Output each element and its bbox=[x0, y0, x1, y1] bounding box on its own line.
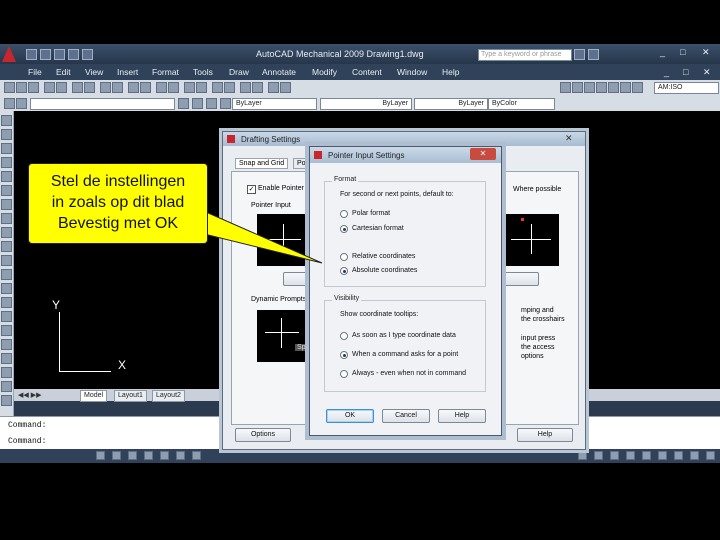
callout-line-1: Stel de instellingen bbox=[50, 173, 186, 190]
callout-line-2: in zoals op dit blad bbox=[51, 194, 185, 211]
instruction-callout: Stel de instellingen in zoals op dit bla… bbox=[28, 163, 208, 244]
callout-text: Stel de instellingen in zoals op dit bla… bbox=[29, 171, 207, 234]
callout-line-3: Bevestig met OK bbox=[57, 215, 179, 232]
callout-pointer bbox=[189, 204, 323, 264]
